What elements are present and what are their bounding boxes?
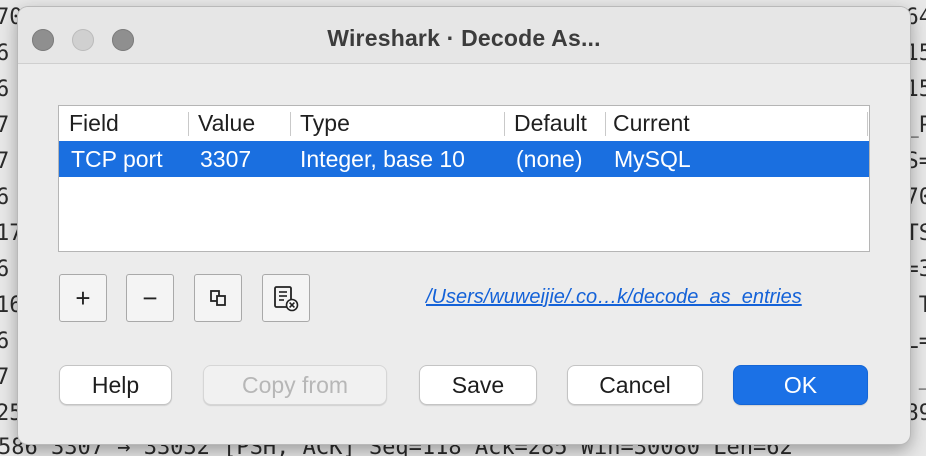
table-row[interactable]: TCP port 3307 Integer, base 10 (none) My… — [59, 141, 869, 177]
cell-field[interactable]: TCP port — [71, 146, 163, 173]
table-header: Field Value Type Default Current — [59, 106, 869, 140]
remove-entry-button[interactable]: − — [126, 274, 174, 322]
column-separator[interactable] — [504, 112, 505, 136]
column-header-default[interactable]: Default — [514, 110, 587, 137]
cell-value[interactable]: 3307 — [200, 146, 251, 173]
column-separator[interactable] — [188, 112, 189, 136]
copy-icon — [210, 290, 226, 306]
column-header-value[interactable]: Value — [198, 110, 255, 137]
copy-from-button[interactable]: Copy from — [203, 365, 387, 405]
bg-left-text: 6 — [0, 41, 10, 66]
clear-entries-button[interactable] — [262, 274, 310, 322]
column-header-current[interactable]: Current — [613, 110, 690, 137]
ok-button[interactable]: OK — [733, 365, 868, 405]
window-title: Wireshark · Decode As... — [327, 25, 601, 51]
decode-as-table[interactable]: Field Value Type Default Current TCP por… — [58, 105, 870, 252]
clear-list-icon — [274, 286, 299, 312]
bg-left-text: 6 — [0, 185, 10, 210]
column-header-field[interactable]: Field — [69, 110, 119, 137]
minus-icon: − — [142, 282, 158, 313]
copy-entry-button[interactable] — [194, 274, 242, 322]
cell-default[interactable]: (none) — [516, 146, 582, 173]
column-separator[interactable] — [867, 112, 868, 136]
bg-left-text: 7 — [0, 149, 10, 174]
column-header-type[interactable]: Type — [300, 110, 350, 137]
plus-icon: + — [75, 282, 91, 313]
add-entry-button[interactable]: + — [59, 274, 107, 322]
bg-left-text: 6 — [0, 329, 10, 354]
cell-current[interactable]: MySQL — [614, 146, 691, 173]
column-separator[interactable] — [605, 112, 606, 136]
help-button[interactable]: Help — [59, 365, 172, 405]
bg-left-text: 6 — [0, 257, 10, 282]
column-separator[interactable] — [290, 112, 291, 136]
bg-right-text: _ — [919, 360, 926, 395]
bg-left-text: 7 — [0, 365, 10, 390]
decode-as-entries-path-link[interactable]: /Users/wuweijie/.co…k/decode_as_entries — [426, 286, 802, 309]
title-bar: Wireshark · Decode As... — [18, 7, 910, 64]
bg-right-text: T — [918, 293, 926, 318]
cancel-button[interactable]: Cancel — [567, 365, 703, 405]
save-button[interactable]: Save — [419, 365, 537, 405]
bg-left-text: 6 — [0, 77, 10, 102]
bg-left-text: 7 — [0, 113, 10, 138]
decode-as-dialog: Wireshark · Decode As... Field Value Typ… — [18, 7, 910, 444]
cell-type[interactable]: Integer, base 10 — [300, 146, 465, 173]
